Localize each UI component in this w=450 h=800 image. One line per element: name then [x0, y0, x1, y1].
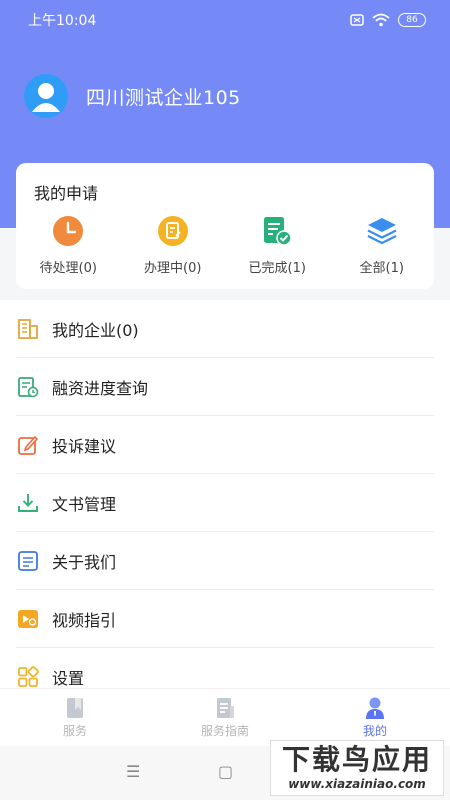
- tab-mine[interactable]: 我的: [300, 689, 450, 746]
- grid-icon: [16, 665, 40, 689]
- application-status-list: 待处理(0) 办理中(0) 已完成(1) 全部(1): [16, 215, 434, 276]
- menu-item-complaints[interactable]: 投诉建议: [16, 416, 434, 474]
- company-name: 四川测试企业105: [86, 86, 241, 109]
- menu-item-settings[interactable]: 设置: [16, 648, 434, 690]
- menu-label-video-guide: 视频指引: [52, 610, 117, 630]
- tab-mine-label: 我的: [362, 724, 387, 738]
- watermark-url: www.xiazainiao.com: [288, 776, 426, 791]
- battery-indicator: 86: [398, 13, 426, 27]
- menu-item-about-us[interactable]: 关于我们: [16, 532, 434, 590]
- menu-label-about-us: 关于我们: [52, 552, 117, 572]
- apply-pending[interactable]: 待处理(0): [16, 215, 121, 276]
- apply-all-label: 全部(1): [359, 261, 404, 276]
- avatar[interactable]: [24, 74, 68, 118]
- building-icon: [16, 317, 40, 341]
- menu-nav-icon[interactable]: ☰: [126, 762, 140, 781]
- apply-in-progress-label: 办理中(0): [144, 261, 202, 276]
- download-icon: [16, 491, 40, 515]
- menu-label-documents: 文书管理: [52, 494, 117, 514]
- apply-all[interactable]: 全部(1): [330, 215, 435, 276]
- menu-item-documents[interactable]: 文书管理: [16, 474, 434, 532]
- home-nav-icon[interactable]: ▢: [218, 762, 233, 781]
- guide-icon: [217, 698, 234, 718]
- status-time: 上午10:04: [28, 13, 97, 29]
- tab-service-guide[interactable]: 服务指南: [150, 689, 300, 746]
- watermark-title: 下载鸟应用: [281, 742, 432, 776]
- sim-off-icon: [350, 14, 364, 26]
- doc-check-icon: [261, 215, 293, 247]
- apply-in-progress[interactable]: 办理中(0): [121, 215, 226, 276]
- my-applications-title: 我的申请: [34, 184, 99, 203]
- user-avatar-icon: [32, 83, 60, 112]
- apply-completed-label: 已完成(1): [248, 261, 306, 276]
- video-icon: [16, 607, 40, 631]
- menu-list: 我的企业(0) 融资进度查询 投诉建议 文书管理 关于我们 视频指引 设置: [0, 300, 450, 690]
- apply-pending-label: 待处理(0): [39, 261, 97, 276]
- my-applications-card: 我的申请 待处理(0) 办理中(0) 已完成(1) 全部(1): [16, 163, 434, 289]
- menu-label-complaints: 投诉建议: [52, 436, 117, 456]
- menu-label-my-company: 我的企业(0): [52, 320, 139, 340]
- bottom-tab-bar: 服务 服务指南 我的: [0, 688, 450, 746]
- status-bar: 上午10:04 86: [0, 0, 450, 40]
- service-icon: [67, 698, 83, 718]
- menu-label-settings: 设置: [52, 669, 85, 688]
- profile-header[interactable]: 四川测试企业105: [24, 74, 241, 118]
- layers-icon: [366, 215, 398, 247]
- status-icons: 86: [350, 13, 426, 27]
- tab-service-guide-label: 服务指南: [200, 724, 249, 738]
- menu-label-financing-progress: 融资进度查询: [52, 378, 149, 398]
- apply-completed[interactable]: 已完成(1): [225, 215, 330, 276]
- wifi-icon: [372, 13, 390, 27]
- menu-item-my-company[interactable]: 我的企业(0): [16, 300, 434, 358]
- edit-doc-icon: [157, 215, 189, 247]
- edit-icon: [16, 433, 40, 457]
- battery-level: 86: [406, 14, 418, 25]
- clock-icon: [52, 215, 84, 247]
- menu-item-financing-progress[interactable]: 融资进度查询: [16, 358, 434, 416]
- doc-clock-icon: [16, 375, 40, 399]
- watermark-logo: 下载鸟应用 www.xiazainiao.com: [270, 740, 444, 796]
- tab-service-label: 服务: [62, 724, 87, 738]
- list-doc-icon: [16, 549, 40, 573]
- tab-service[interactable]: 服务: [0, 689, 150, 746]
- menu-item-video-guide[interactable]: 视频指引: [16, 590, 434, 648]
- user-icon: [366, 697, 384, 719]
